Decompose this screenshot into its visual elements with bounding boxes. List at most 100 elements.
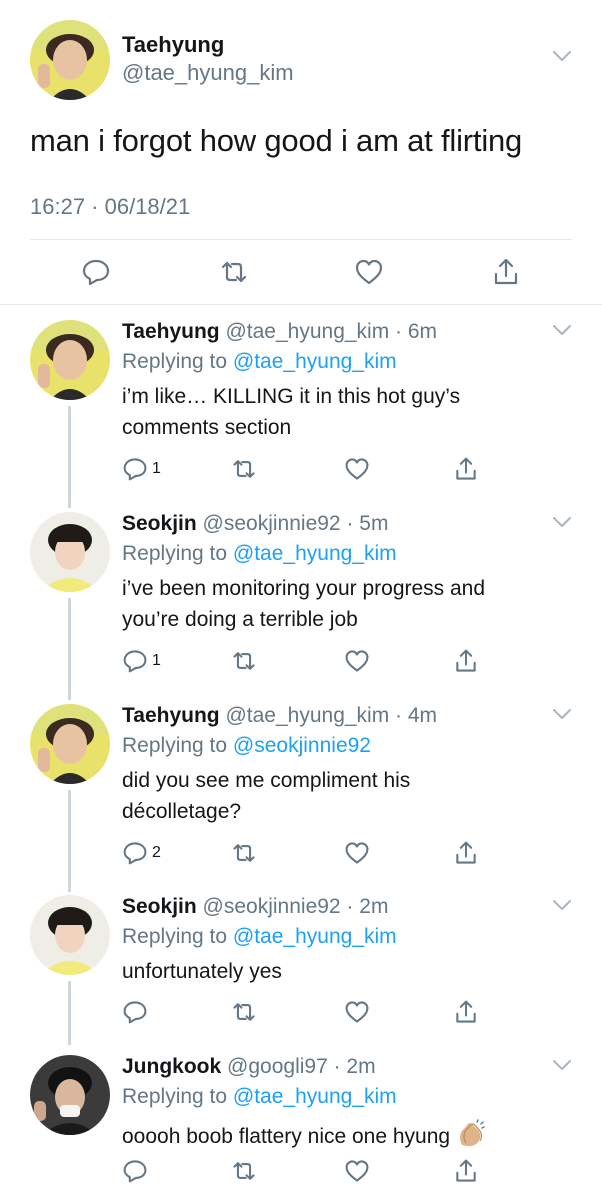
reply-button[interactable] — [122, 999, 152, 1025]
author-handle-time[interactable]: @seokjinnie92 · 2m — [203, 895, 389, 918]
reply-text: ooooh boob flattery nice one hyung — [122, 1119, 582, 1152]
reply-icon — [123, 458, 147, 481]
chevron-down-icon[interactable] — [552, 324, 572, 336]
replying-to: Replying to @tae_hyung_kim — [122, 925, 397, 949]
action-bar: 2 — [122, 840, 482, 866]
avatar[interactable] — [30, 895, 110, 975]
share-icon[interactable] — [453, 840, 479, 866]
tweet-timestamp[interactable]: 16:27 · 06/18/21 — [30, 194, 190, 220]
reply-count: 2 — [152, 844, 161, 861]
share-icon[interactable] — [453, 648, 479, 674]
avatar[interactable] — [30, 704, 110, 784]
retweet-icon[interactable] — [219, 257, 249, 287]
action-bar: 1 — [122, 648, 482, 674]
reply-button[interactable] — [122, 1158, 152, 1184]
action-bar: 1 — [122, 456, 482, 482]
replying-to-label: Replying to — [122, 350, 228, 373]
share-icon[interactable] — [453, 1158, 479, 1184]
reply-icon — [123, 1001, 147, 1024]
main-tweet: Taehyung @tae_hyung_kim man i forgot how… — [0, 0, 602, 305]
reply-button[interactable]: 2 — [122, 840, 161, 866]
chevron-down-icon[interactable] — [552, 1059, 572, 1071]
reply-text: i’ve been monitoring your progress and y… — [122, 573, 582, 635]
author-name[interactable]: Seokjin — [122, 512, 197, 535]
action-bar — [122, 1158, 482, 1184]
reply-text-line: ooooh boob flattery nice one hyung — [122, 1125, 451, 1148]
chevron-down-icon[interactable] — [552, 708, 572, 720]
share-icon[interactable] — [453, 999, 479, 1025]
replying-to-link[interactable]: @tae_hyung_kim — [233, 1085, 397, 1108]
chevron-down-icon[interactable] — [552, 516, 572, 528]
author-name[interactable]: Taehyung — [122, 32, 224, 58]
replying-to-link[interactable]: @seokjinnie92 — [233, 734, 371, 757]
avatar[interactable] — [30, 320, 110, 400]
reply-text-line: did you see me compliment his — [122, 769, 411, 792]
like-icon[interactable] — [344, 648, 370, 674]
like-icon[interactable] — [344, 456, 370, 482]
author-name[interactable]: Seokjin — [122, 895, 197, 918]
like-icon[interactable] — [354, 257, 384, 287]
reply-text-line: i’ve been monitoring your progress and — [122, 577, 486, 600]
reply-tweet: Seokjin @seokjinnie92 · 2m Replying to @… — [0, 895, 602, 1045]
author-handle[interactable]: @tae_hyung_kim — [122, 60, 294, 86]
share-icon[interactable] — [491, 257, 521, 287]
action-bar — [122, 999, 482, 1025]
reply-tweet: Taehyung @tae_hyung_kim · 4m Replying to… — [0, 704, 602, 894]
reply-text: did you see me compliment his décolletag… — [122, 765, 582, 827]
boy-avatar-icon — [30, 512, 110, 592]
divider — [0, 304, 602, 305]
like-icon[interactable] — [344, 840, 370, 866]
author-handle-time[interactable]: @tae_hyung_kim · 4m — [225, 704, 437, 727]
author-name[interactable]: Taehyung — [122, 704, 220, 727]
reply-count: 1 — [152, 460, 161, 477]
author-handle-time[interactable]: @tae_hyung_kim · 6m — [225, 320, 437, 343]
reply-icon[interactable] — [81, 257, 111, 287]
chevron-down-icon[interactable] — [552, 899, 572, 911]
boy-avatar-icon — [30, 704, 110, 784]
replying-to: Replying to @tae_hyung_kim — [122, 1085, 397, 1109]
reply-button[interactable]: 1 — [122, 456, 161, 482]
reply-text-line: comments section — [122, 416, 292, 439]
retweet-icon[interactable] — [231, 840, 257, 866]
author-handle-time[interactable]: @seokjinnie92 · 5m — [203, 512, 389, 535]
avatar[interactable] — [30, 20, 110, 100]
like-icon[interactable] — [344, 1158, 370, 1184]
replying-to-label: Replying to — [122, 925, 228, 948]
avatar[interactable] — [30, 1055, 110, 1135]
reply-icon — [123, 842, 147, 865]
chevron-down-icon[interactable] — [552, 50, 572, 62]
reply-icon — [123, 650, 147, 673]
divider — [30, 239, 572, 240]
retweet-icon[interactable] — [231, 1158, 257, 1184]
reply-header: Seokjin @seokjinnie92 · 5m — [122, 512, 388, 536]
like-icon[interactable] — [344, 999, 370, 1025]
avatar[interactable] — [30, 512, 110, 592]
thread-line — [68, 790, 71, 892]
retweet-icon[interactable] — [231, 999, 257, 1025]
author-handle-time[interactable]: @googli97 · 2m — [227, 1055, 376, 1078]
boy-avatar-icon — [30, 320, 110, 400]
clapping-hands-icon — [456, 1119, 486, 1147]
reply-icon — [123, 1160, 147, 1183]
replying-to-link[interactable]: @tae_hyung_kim — [233, 542, 397, 565]
replying-to-link[interactable]: @tae_hyung_kim — [233, 925, 397, 948]
replying-to: Replying to @seokjinnie92 — [122, 734, 371, 758]
reply-button[interactable]: 1 — [122, 648, 161, 674]
author-name[interactable]: Taehyung — [122, 320, 220, 343]
thread-line — [68, 406, 71, 508]
retweet-icon[interactable] — [231, 456, 257, 482]
reply-text: unfortunately yes — [122, 956, 582, 987]
reply-text: i’m like… KILLING it in this hot guy’s c… — [122, 381, 582, 443]
reply-text-line: unfortunately yes — [122, 960, 282, 983]
retweet-icon[interactable] — [231, 648, 257, 674]
reply-tweet: Seokjin @seokjinnie92 · 5m Replying to @… — [0, 512, 602, 702]
replying-to-label: Replying to — [122, 1085, 228, 1108]
author-name[interactable]: Jungkook — [122, 1055, 221, 1078]
replying-to-label: Replying to — [122, 542, 228, 565]
reply-header: Taehyung @tae_hyung_kim · 4m — [122, 704, 437, 728]
replying-to-link[interactable]: @tae_hyung_kim — [233, 350, 397, 373]
replying-to-label: Replying to — [122, 734, 228, 757]
reply-header: Taehyung @tae_hyung_kim · 6m — [122, 320, 437, 344]
share-icon[interactable] — [453, 456, 479, 482]
thread-line — [68, 598, 71, 700]
